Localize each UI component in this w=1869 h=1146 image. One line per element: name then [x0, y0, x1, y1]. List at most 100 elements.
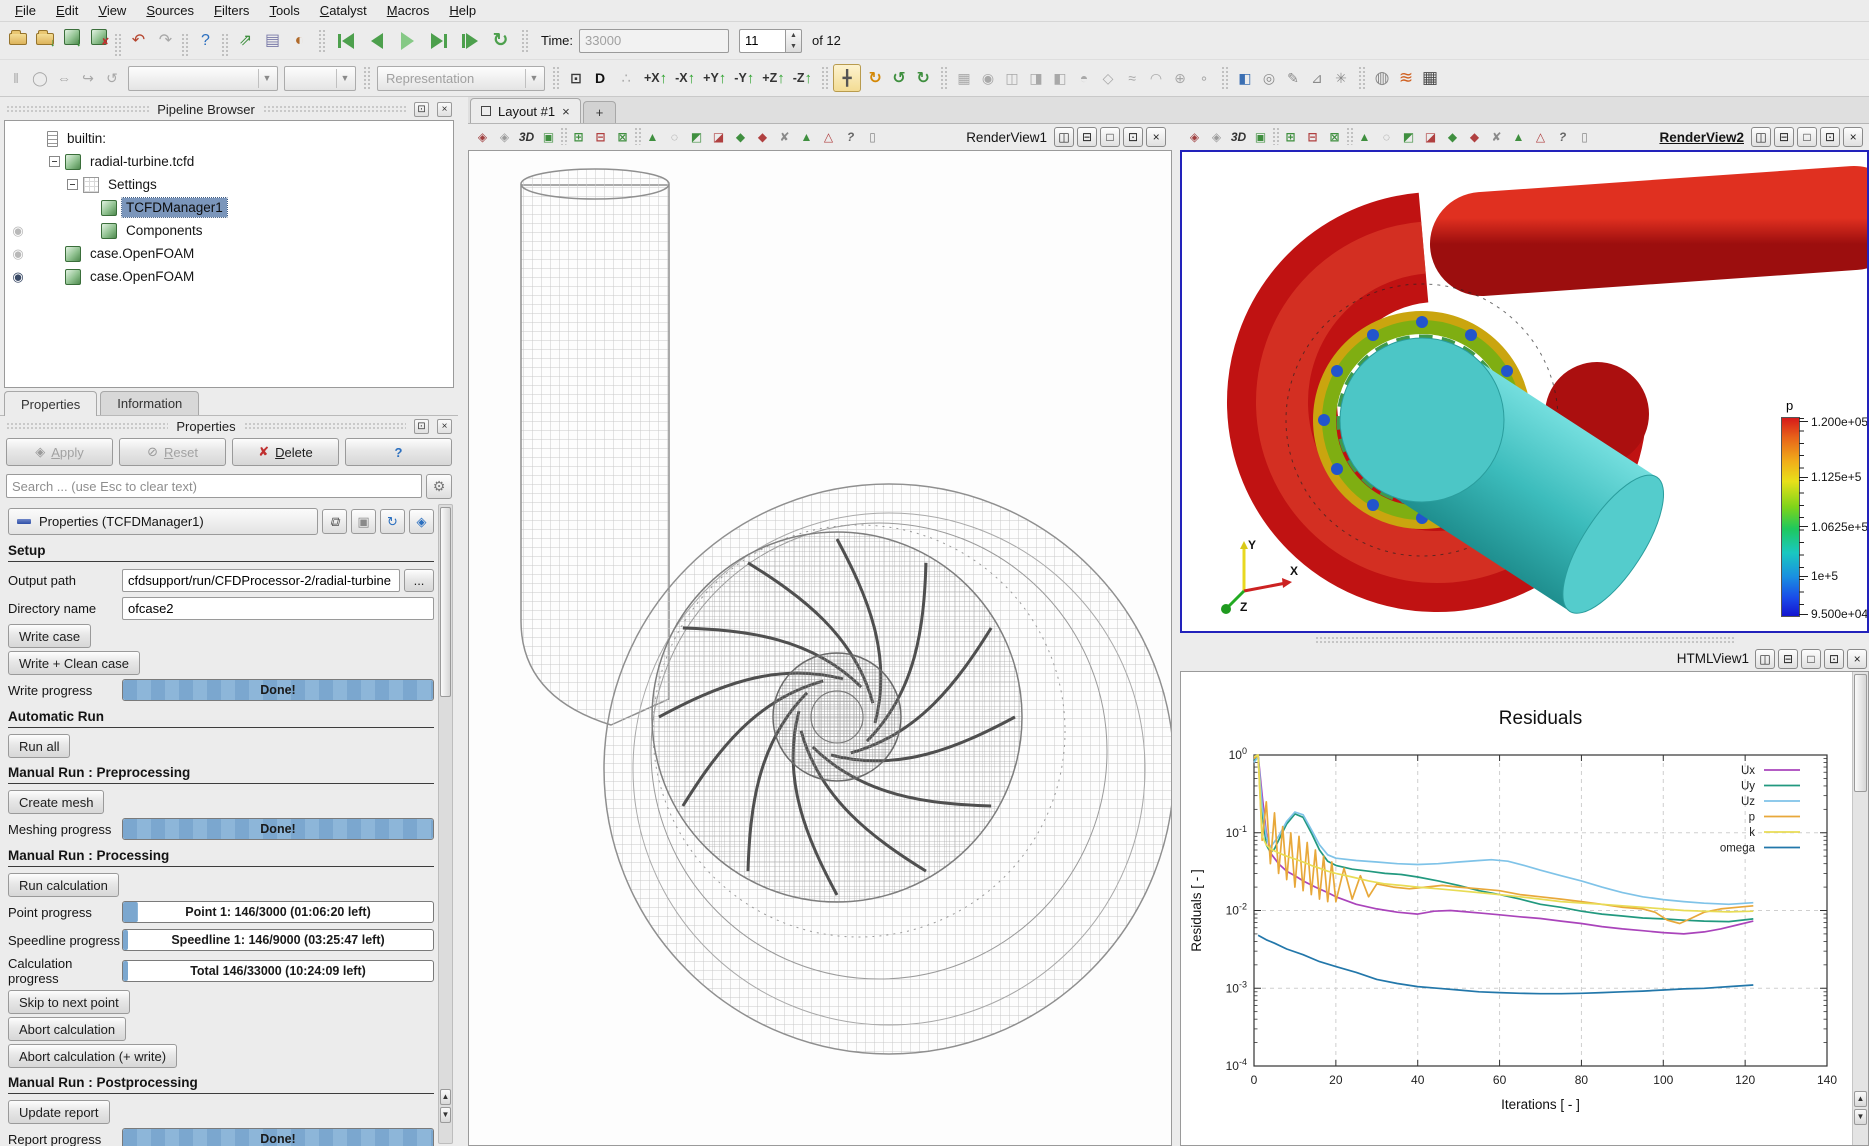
delete-button[interactable]: ✘Delete — [232, 438, 339, 466]
pipeline-item[interactable]: ◉ case.OpenFOAM — [5, 265, 453, 288]
menu-item[interactable]: View — [89, 1, 135, 20]
interactive-select-cells-icon[interactable]: ▲ — [1508, 127, 1529, 148]
split-vertical-button[interactable]: ⊟ — [1077, 127, 1097, 147]
reset-camera-icon[interactable]: ⊠ — [612, 127, 633, 148]
frame-spinner[interactable]: ▲▼ — [739, 29, 802, 53]
slice-icon[interactable]: ◨ — [1024, 66, 1048, 90]
set-view-plus-x-button[interactable]: +X↑ — [640, 65, 671, 91]
glyph-filter-icon[interactable]: ◇ — [1096, 66, 1120, 90]
component-combo[interactable]: ▼ — [284, 66, 356, 91]
select-block-icon[interactable]: ✘ — [1486, 127, 1507, 148]
pipeline-item[interactable]: ◉ builtin: — [5, 127, 453, 150]
dock-close-button[interactable]: × — [437, 102, 452, 117]
select-polygon-cells-icon[interactable]: ◆ — [730, 127, 751, 148]
new-layout-tab[interactable]: + — [583, 101, 617, 123]
select-polygon-points-icon[interactable]: ◆ — [1464, 127, 1485, 148]
reset-camera-rotation-icon[interactable]: ↻ — [911, 66, 935, 90]
undo-icon[interactable]: ↶ — [125, 27, 152, 54]
rotate-camera-cw-icon[interactable]: ↻ — [863, 66, 887, 90]
menu-item[interactable]: Filters — [205, 1, 258, 20]
search-input[interactable] — [6, 474, 422, 498]
menu-item[interactable]: Sources — [137, 1, 203, 20]
link-camera-icon[interactable]: ◈ — [1206, 127, 1227, 148]
interactive-select-points-icon[interactable]: △ — [1530, 127, 1551, 148]
zoom-to-data-icon[interactable]: ⊡ — [564, 66, 588, 90]
clear-selection-icon[interactable]: ▯ — [1574, 127, 1595, 148]
maximize-button[interactable]: □ — [1100, 127, 1120, 147]
link-camera-icon[interactable]: ◈ — [494, 127, 515, 148]
reset-button[interactable]: ⊘Reset — [119, 438, 226, 466]
snap-axes-icon[interactable]: ✳ — [1329, 66, 1353, 90]
select-polygon-cells-icon[interactable]: ◆ — [1442, 127, 1463, 148]
extract-subset-icon[interactable]: ◓ — [1072, 66, 1096, 90]
follow-data-icon[interactable]: ↪ — [76, 66, 100, 90]
apply-button[interactable]: ◈Apply — [6, 438, 113, 466]
pick-center-button[interactable]: ╋ — [833, 64, 861, 92]
scrollbar-up-button[interactable]: ▲ — [1854, 1091, 1867, 1107]
capture-screenshot-icon[interactable]: ▣ — [1250, 127, 1271, 148]
split-vertical-button[interactable]: ⊟ — [1774, 127, 1794, 147]
last-frame-button[interactable] — [454, 27, 485, 54]
paste-properties-button[interactable]: ▣ — [351, 509, 376, 534]
edit-camera-icon[interactable]: ◈ — [1184, 127, 1205, 148]
help-icon[interactable]: ? — [192, 28, 219, 55]
directory-name-input[interactable] — [122, 597, 434, 620]
loop-button[interactable] — [485, 27, 516, 54]
run-calculation-button[interactable]: Run calculation — [8, 873, 119, 897]
tree-expander[interactable] — [85, 202, 96, 213]
spin-up-icon[interactable]: ▲ — [786, 30, 801, 41]
html-view-scrollbar[interactable]: ▲ ▼ — [1852, 672, 1868, 1145]
center-axes-icon[interactable]: ∴ — [614, 66, 638, 90]
run-all-button[interactable]: Run all — [8, 734, 70, 758]
threshold-icon[interactable]: ◧ — [1048, 66, 1072, 90]
skip-to-next-point-button[interactable]: Skip to next point — [8, 990, 130, 1014]
select-surface-cells-icon[interactable]: ▲ — [1354, 127, 1375, 148]
pipeline-item[interactable]: ◉ Settings — [5, 173, 453, 196]
update-report-button[interactable]: Update report — [8, 1100, 110, 1124]
dock-close-button[interactable]: × — [437, 419, 452, 434]
write-case-button[interactable]: Write case — [8, 624, 91, 648]
save-state-icon[interactable] — [85, 24, 112, 51]
close-button[interactable]: × — [1847, 649, 1867, 669]
create-mesh-button[interactable]: Create mesh — [8, 790, 104, 814]
spin-down-icon[interactable]: ▼ — [786, 41, 801, 52]
render-all-icon[interactable]: ▤ — [259, 27, 286, 54]
probe-location-icon[interactable]: ⊿ — [1305, 66, 1329, 90]
render-view-2-viewport[interactable]: p 1.200e+05 1.125e+5 1.0625e+5 1e+ — [1180, 150, 1869, 633]
adjust-color-map-icon[interactable]: ◎ — [1257, 66, 1281, 90]
menu-item[interactable]: Tools — [260, 1, 308, 20]
float-button[interactable]: ⊡ — [1824, 649, 1844, 669]
select-frustum-cells-icon[interactable]: ◩ — [1398, 127, 1419, 148]
representation-combo[interactable]: Representation▼ — [377, 66, 545, 91]
reset-camera-icon[interactable]: ⊠ — [1324, 127, 1345, 148]
tab-information[interactable]: Information — [100, 391, 199, 415]
tree-expander[interactable] — [49, 248, 60, 259]
visibility-eye-icon[interactable]: ◉ — [12, 247, 23, 260]
color-legend[interactable]: p 1.200e+05 1.125e+5 1.0625e+5 1e+ — [1782, 398, 1869, 628]
hover-query-icon[interactable]: ? — [840, 127, 861, 148]
clear-selection-icon[interactable]: ▯ — [862, 127, 883, 148]
set-view-minus-x-button[interactable]: -X↑ — [671, 65, 699, 91]
pipeline-item[interactable]: ◉ Components — [5, 219, 453, 242]
render-view-1-viewport[interactable] — [468, 150, 1172, 1146]
tree-expander[interactable] — [85, 225, 96, 236]
abort-calculation-button[interactable]: Abort calculation — [8, 1017, 126, 1041]
clip-icon[interactable]: ◫ — [1000, 66, 1024, 90]
abort-calculation-write-button[interactable]: Abort calculation (+ write) — [8, 1044, 177, 1068]
set-view-minus-z-button[interactable]: -Z↑ — [789, 65, 816, 91]
select-surface-cells-icon[interactable]: ▲ — [642, 127, 663, 148]
close-tab-icon[interactable]: × — [562, 104, 570, 119]
menu-item[interactable]: Catalyst — [311, 1, 376, 20]
select-block-icon[interactable]: ✘ — [774, 127, 795, 148]
set-view-plus-z-button[interactable]: +Z↑ — [758, 65, 788, 91]
menu-item[interactable]: Edit — [47, 1, 87, 20]
select-frustum-points-icon[interactable]: ◪ — [708, 127, 729, 148]
toggle-3d-button[interactable]: 3D — [516, 127, 537, 148]
stream-tracer-icon[interactable]: ≈ — [1120, 66, 1144, 90]
save-defaults-button[interactable]: ◈ — [409, 509, 434, 534]
horizontal-splitter[interactable] — [1180, 633, 1869, 646]
save-data-icon[interactable] — [31, 24, 58, 51]
select-surface-points-icon[interactable]: ◌ — [664, 127, 685, 148]
rescale-range-icon[interactable]: ✎ — [1281, 66, 1305, 90]
layout-tab[interactable]: Layout #1 × — [470, 98, 581, 123]
